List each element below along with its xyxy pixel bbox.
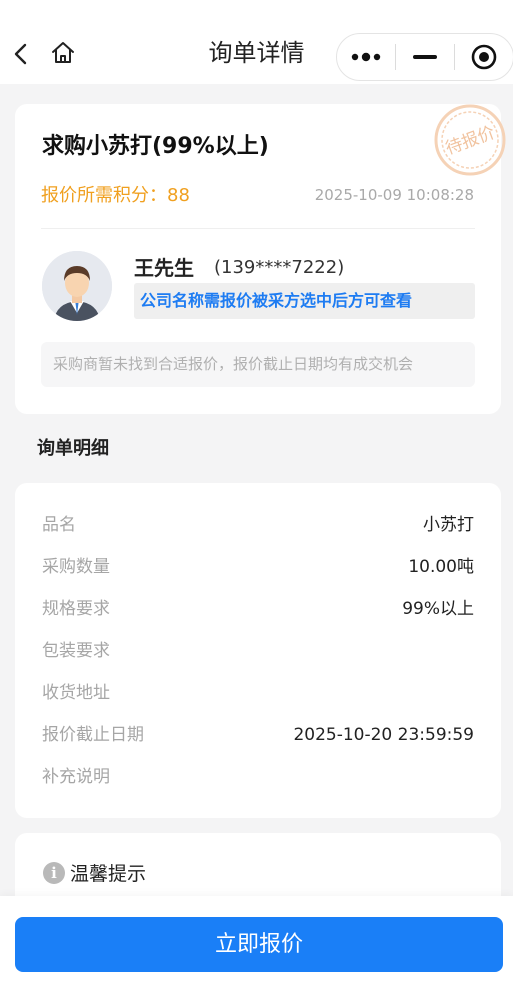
- mini-program-capsule: [336, 33, 513, 81]
- close-capsule-button[interactable]: [455, 34, 513, 80]
- divider: [41, 228, 475, 229]
- minimize-icon: [413, 55, 437, 59]
- buyer-phone: (139****7222): [214, 257, 345, 278]
- info-icon: i: [43, 862, 65, 884]
- back-button[interactable]: [8, 36, 32, 72]
- detail-label-notes: 补充说明: [42, 767, 110, 787]
- detail-value-quantity: 10.00吨: [408, 557, 474, 577]
- chevron-left-icon: [14, 43, 27, 65]
- businessman-avatar-icon: [42, 251, 112, 321]
- minimize-button[interactable]: [396, 34, 454, 80]
- inquiry-date: 2025-10-09 10:08:28: [314, 186, 474, 204]
- target-close-icon: [471, 44, 497, 70]
- detail-section-title: 询单明细: [37, 438, 109, 459]
- detail-value-deadline: 2025-10-20 23:59:59: [293, 725, 474, 745]
- home-icon: [52, 42, 74, 63]
- stamp-text: 待报价: [443, 123, 498, 159]
- detail-label-deadline: 报价截止日期: [42, 725, 144, 745]
- detail-label-packaging: 包装要求: [42, 641, 110, 661]
- more-button[interactable]: [337, 34, 395, 80]
- detail-label-address: 收货地址: [42, 683, 110, 703]
- detail-value-product: 小苏打: [423, 515, 474, 535]
- more-dots-icon: [351, 52, 381, 62]
- warm-tips-title: 温馨提示: [70, 863, 147, 885]
- pending-quote-stamp: 待报价: [434, 104, 506, 176]
- detail-label-spec: 规格要求: [42, 599, 110, 619]
- inquiry-tip: 采购商暂未找到合适报价，报价截止日期均有成交机会: [41, 342, 475, 387]
- navigation-bar: 询单详情: [0, 0, 513, 84]
- quote-now-button[interactable]: 立即报价: [15, 917, 503, 972]
- product-title: 求购小苏打(99%以上): [42, 134, 269, 159]
- buyer-name: 王先生: [134, 256, 194, 280]
- home-button[interactable]: [48, 38, 78, 68]
- detail-value-spec: 99%以上: [402, 599, 474, 619]
- points-required: 报价所需积分：88: [41, 185, 190, 206]
- detail-label-quantity: 采购数量: [42, 557, 110, 577]
- avatar: [42, 251, 112, 321]
- company-name-notice: 公司名称需报价被采方选中后方可查看: [134, 283, 475, 319]
- detail-label-product: 品名: [42, 515, 76, 535]
